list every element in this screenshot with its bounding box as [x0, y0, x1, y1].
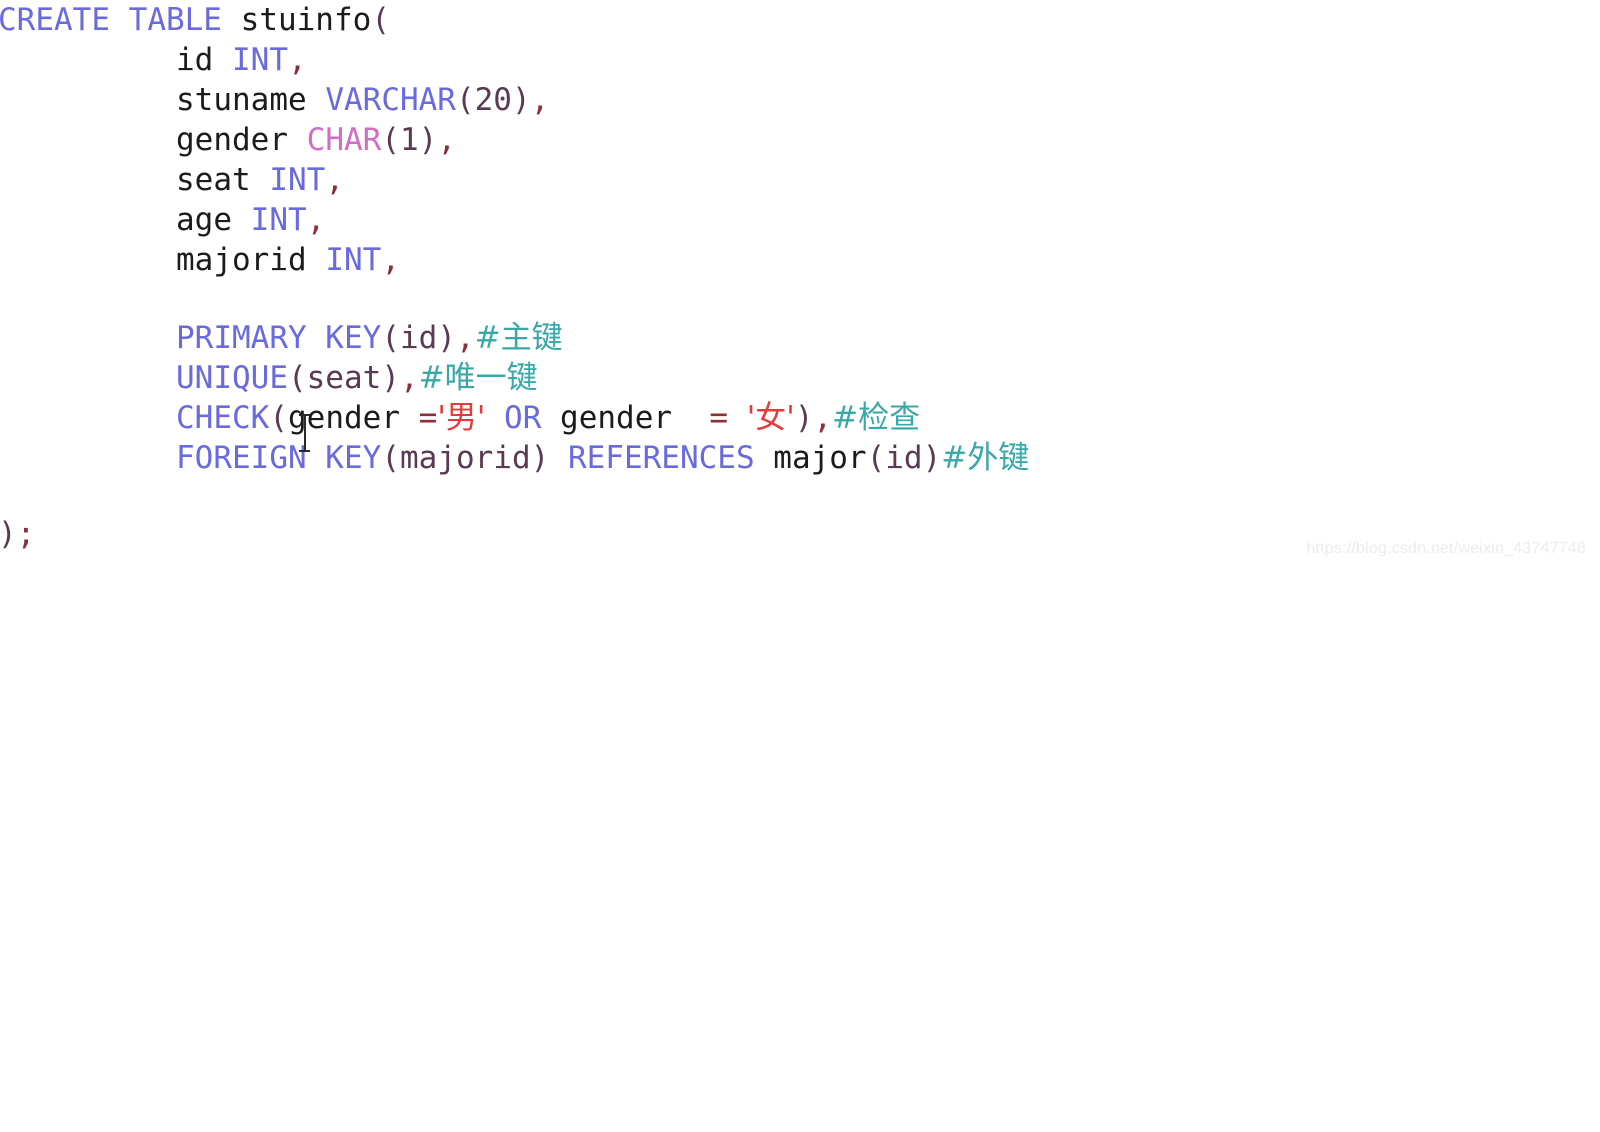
- comment-unique-key: #唯一键: [418, 360, 538, 396]
- comma: ,: [399, 360, 419, 396]
- keyword-table: TABLE: [128, 2, 222, 38]
- type-size-1: (1): [381, 122, 438, 158]
- type-int: INT: [232, 42, 288, 78]
- operator-equals: =: [709, 400, 729, 436]
- column-ref-gender: gender: [560, 400, 673, 436]
- foreign-key-args: (majorid): [381, 440, 550, 476]
- code-line-3[interactable]: stuname VARCHAR(20),: [176, 80, 549, 120]
- comma: ,: [455, 320, 475, 356]
- code-line-1[interactable]: CREATE TABLE stuinfo(: [0, 0, 390, 40]
- comma: ,: [288, 42, 307, 78]
- code-editor-canvas: CREATE TABLE stuinfo( id INT, stuname VA…: [0, 0, 1600, 566]
- code-line-7[interactable]: majorid INT,: [176, 240, 400, 280]
- comma: ,: [306, 202, 326, 238]
- comma: ,: [325, 162, 344, 198]
- column-name-id: id: [176, 42, 214, 78]
- comment-foreign-key: #外键: [941, 440, 1030, 476]
- type-size-20: (20): [455, 82, 531, 118]
- string-literal-male: '男': [437, 400, 486, 436]
- comment-check: #检查: [832, 400, 921, 436]
- referenced-column-args: (id): [866, 440, 942, 476]
- code-line-10[interactable]: CHECK(gender ='男' OR gender = '女'),#检查: [176, 398, 920, 438]
- referenced-table-major: major: [773, 440, 867, 476]
- keyword-or: OR: [504, 400, 542, 436]
- keyword-primary-key: PRIMARY KEY: [176, 320, 382, 356]
- open-paren: (: [269, 400, 288, 436]
- table-name-stuinfo: stuinfo: [240, 2, 372, 38]
- comment-primary-key: #主键: [474, 320, 563, 356]
- code-line-6[interactable]: age INT,: [176, 200, 325, 240]
- primary-key-args: (id): [381, 320, 456, 356]
- keyword-create: CREATE: [0, 2, 110, 38]
- type-int: INT: [269, 162, 326, 198]
- type-int: INT: [250, 202, 307, 238]
- keyword-references: REFERENCES: [567, 440, 755, 476]
- type-char: CHAR: [306, 122, 382, 158]
- code-line-9[interactable]: UNIQUE(seat),#唯一键: [176, 358, 538, 398]
- code-line-4[interactable]: gender CHAR(1),: [176, 120, 456, 160]
- open-paren: (: [371, 2, 390, 38]
- column-name-stuname: stuname: [176, 82, 307, 118]
- type-varchar: VARCHAR: [325, 82, 456, 118]
- type-int: INT: [325, 242, 382, 278]
- code-line-2[interactable]: id INT,: [176, 40, 307, 80]
- semicolon: ;: [16, 516, 36, 552]
- column-ref-gender: gender: [288, 400, 400, 436]
- keyword-unique: UNIQUE: [176, 360, 288, 396]
- close-paren: ): [0, 516, 17, 552]
- column-name-gender: gender: [176, 122, 288, 158]
- code-line-8[interactable]: PRIMARY KEY(id),#主键: [176, 318, 563, 358]
- comma: ,: [530, 82, 550, 118]
- string-literal-female: '女': [746, 400, 795, 436]
- operator-equals: =: [418, 400, 438, 436]
- code-line-11[interactable]: FOREIGN KEY(majorid) REFERENCES major(id…: [176, 438, 1029, 478]
- comma: ,: [437, 122, 456, 158]
- code-line-5[interactable]: seat INT,: [176, 160, 344, 200]
- column-name-seat: seat: [176, 162, 251, 198]
- column-name-age: age: [176, 202, 232, 238]
- close-paren: ): [794, 400, 814, 436]
- keyword-check: CHECK: [176, 400, 270, 436]
- keyword-foreign-key: FOREIGN KEY: [176, 440, 382, 476]
- unique-args: (seat): [287, 360, 400, 396]
- column-name-majorid: majorid: [176, 242, 307, 278]
- comma: ,: [813, 400, 833, 436]
- watermark-url: https://blog.csdn.net/weixin_43747748: [1306, 540, 1586, 557]
- sql-source-code[interactable]: CREATE TABLE stuinfo( id INT, stuname VA…: [0, 0, 1600, 1132]
- comma: ,: [381, 242, 400, 278]
- code-line-12[interactable]: );: [0, 514, 35, 554]
